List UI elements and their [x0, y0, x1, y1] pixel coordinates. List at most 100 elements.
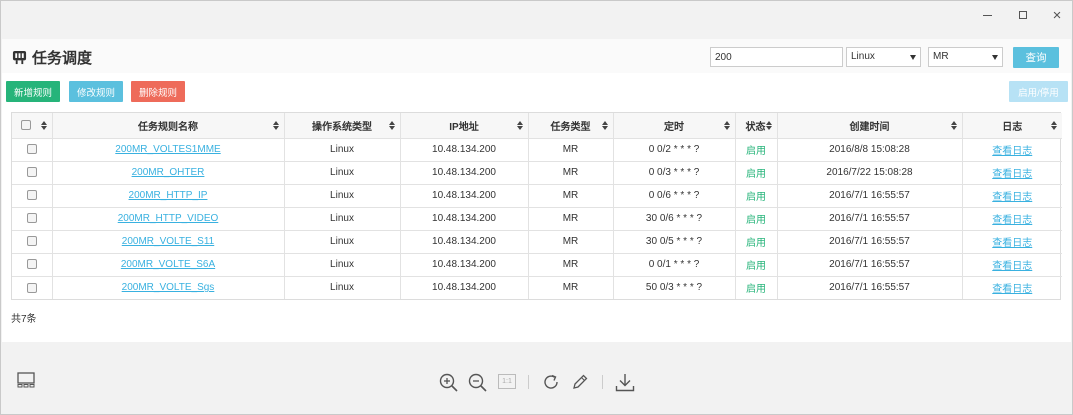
task-type-cell: MR	[528, 230, 614, 254]
view-log-link[interactable]: 查看日志	[992, 169, 1032, 180]
ip-text: 10.48.134.200	[432, 259, 496, 270]
row-checkbox[interactable]	[26, 259, 37, 270]
table-row[interactable]: 200MR_HTTP_IP Linux 10.48.134.200 MR 0 0/6 *…	[12, 184, 1062, 208]
minimize-icon	[982, 14, 992, 16]
table-row[interactable]: 200MR_HTTP_VIDEO Linux 10.48.134.200 MR 30 0…	[12, 207, 1062, 231]
status-badge: 启用	[746, 215, 766, 226]
row-checkbox[interactable]	[26, 213, 37, 224]
os-text: Linux	[330, 236, 354, 247]
created-time-text: 2016/7/1 16:55:57	[829, 213, 910, 224]
created-time-cell: 2016/7/22 15:08:28	[777, 161, 963, 185]
row-checkbox[interactable]	[26, 282, 37, 293]
cron-cell: 0 0/1 * * * ?	[613, 253, 736, 277]
column-header[interactable]: 定时	[613, 113, 736, 139]
header-row: 任务调度 Linux MR 查询	[2, 39, 1071, 73]
table-row[interactable]: 200MR_VOLTE_S11 Linux 10.48.134.200 MR 30 0/…	[12, 230, 1062, 254]
os-text: Linux	[330, 144, 354, 155]
cron-text: 50 0/3 * * * ?	[645, 282, 703, 294]
view-log-link[interactable]: 查看日志	[992, 261, 1032, 272]
delete-rule-button[interactable]: 删除规则	[131, 81, 185, 102]
select-all-header[interactable]	[12, 113, 53, 139]
column-header[interactable]: 创建时间	[777, 113, 963, 139]
os-text: Linux	[330, 167, 354, 178]
column-header[interactable]: 操作系统类型	[284, 113, 401, 139]
table-row[interactable]: 200MR_VOLTES1MME Linux 10.48.134.200 MR 0 0/…	[12, 138, 1062, 162]
select-all-checkbox[interactable]	[20, 120, 31, 131]
status-badge: 启用	[746, 192, 766, 203]
download-icon[interactable]	[615, 373, 635, 392]
task-type-text: MR	[562, 144, 579, 155]
close-button[interactable]: ×	[1043, 5, 1071, 25]
table-row[interactable]: 200MR_VOLTE_S6A Linux 10.48.134.200 MR 0 0/1…	[12, 253, 1062, 277]
task-type-text: MR	[562, 282, 579, 294]
task-type-text: MR	[562, 259, 579, 270]
rule-name-link[interactable]: 200MR_VOLTES1MME	[115, 144, 220, 155]
edit-rule-button[interactable]: 修改规则	[69, 81, 123, 102]
created-time-cell: 2016/7/1 16:55:57	[777, 253, 963, 277]
ip-text: 10.48.134.200	[432, 282, 496, 294]
zoom-in-icon[interactable]	[439, 373, 458, 392]
table-row[interactable]: 200MR_VOLTE_Sgs Linux 10.48.134.200 MR 50 0/…	[12, 276, 1062, 299]
os-select[interactable]: Linux	[846, 47, 921, 67]
ip-cell: 10.48.134.200	[400, 230, 529, 254]
cron-text: 30 0/5 * * * ?	[645, 236, 703, 247]
close-icon: ×	[1052, 6, 1062, 24]
rule-name-cell: 200MR_OHTER	[52, 161, 285, 185]
task-type-cell: MR	[528, 161, 614, 185]
actual-size-icon[interactable]: 1:1	[498, 374, 516, 389]
query-button[interactable]: 查询	[1013, 47, 1059, 68]
sort-icon[interactable]	[516, 121, 523, 131]
column-header[interactable]: 日志	[962, 113, 1062, 139]
ip-text: 10.48.134.200	[432, 144, 496, 155]
status-badge: 启用	[746, 146, 766, 157]
edit-icon[interactable]	[571, 373, 589, 391]
enable-disable-button[interactable]: 启用/停用	[1009, 81, 1068, 102]
os-cell: Linux	[284, 276, 401, 299]
rule-name-link[interactable]: 200MR_VOLTE_S11	[122, 236, 214, 247]
add-rule-button[interactable]: 新增规则	[6, 81, 60, 102]
row-checkbox[interactable]	[26, 236, 37, 247]
row-checkbox-cell	[12, 207, 53, 231]
view-log-link[interactable]: 查看日志	[992, 284, 1032, 295]
rule-name-link[interactable]: 200MR_VOLTE_Sgs	[122, 282, 215, 293]
task-type-select[interactable]: MR	[928, 47, 1003, 67]
rule-name-link[interactable]: 200MR_OHTER	[132, 167, 205, 178]
view-log-link[interactable]: 查看日志	[992, 146, 1032, 157]
view-log-link[interactable]: 查看日志	[992, 238, 1032, 249]
rule-name-cell: 200MR_VOLTE_Sgs	[52, 276, 285, 299]
sort-icon[interactable]	[765, 121, 772, 131]
maximize-button[interactable]	[1009, 5, 1037, 25]
minimize-button[interactable]	[973, 5, 1001, 25]
ip-text: 10.48.134.200	[432, 213, 496, 224]
sort-icon[interactable]	[272, 121, 279, 131]
toolbar-divider	[528, 375, 529, 389]
sort-icon[interactable]	[1051, 121, 1057, 131]
sort-icon[interactable]	[601, 121, 608, 131]
column-header[interactable]: 任务类型	[528, 113, 614, 139]
sort-icon[interactable]	[40, 121, 47, 131]
row-checkbox[interactable]	[26, 167, 37, 178]
search-input[interactable]	[710, 47, 843, 67]
sort-icon[interactable]	[388, 121, 395, 131]
table-row[interactable]: 200MR_OHTER Linux 10.48.134.200 MR 0 0/3 * *…	[12, 161, 1062, 185]
column-header[interactable]: IP地址	[400, 113, 529, 139]
sort-icon[interactable]	[723, 121, 730, 131]
rule-name-link[interactable]: 200MR_VOLTE_S6A	[121, 259, 215, 270]
zoom-out-icon[interactable]	[468, 373, 487, 392]
cron-text: 0 0/1 * * * ?	[648, 259, 700, 270]
view-log-link[interactable]: 查看日志	[992, 192, 1032, 203]
task-type-cell: MR	[528, 276, 614, 299]
status-badge: 启用	[746, 284, 766, 296]
column-header[interactable]: 状态	[735, 113, 778, 139]
rule-name-link[interactable]: 200MR_HTTP_VIDEO	[118, 213, 219, 224]
log-cell: 查看日志	[962, 161, 1062, 185]
rotate-icon[interactable]	[542, 373, 560, 391]
row-checkbox[interactable]	[26, 144, 37, 155]
view-log-link[interactable]: 查看日志	[992, 215, 1032, 226]
layout-icon[interactable]	[17, 372, 35, 388]
row-checkbox[interactable]	[26, 190, 37, 201]
sort-icon[interactable]	[950, 121, 957, 131]
status-cell: 启用	[735, 276, 778, 299]
rule-name-link[interactable]: 200MR_HTTP_IP	[129, 190, 208, 201]
column-header[interactable]: 任务规则名称	[52, 113, 285, 139]
